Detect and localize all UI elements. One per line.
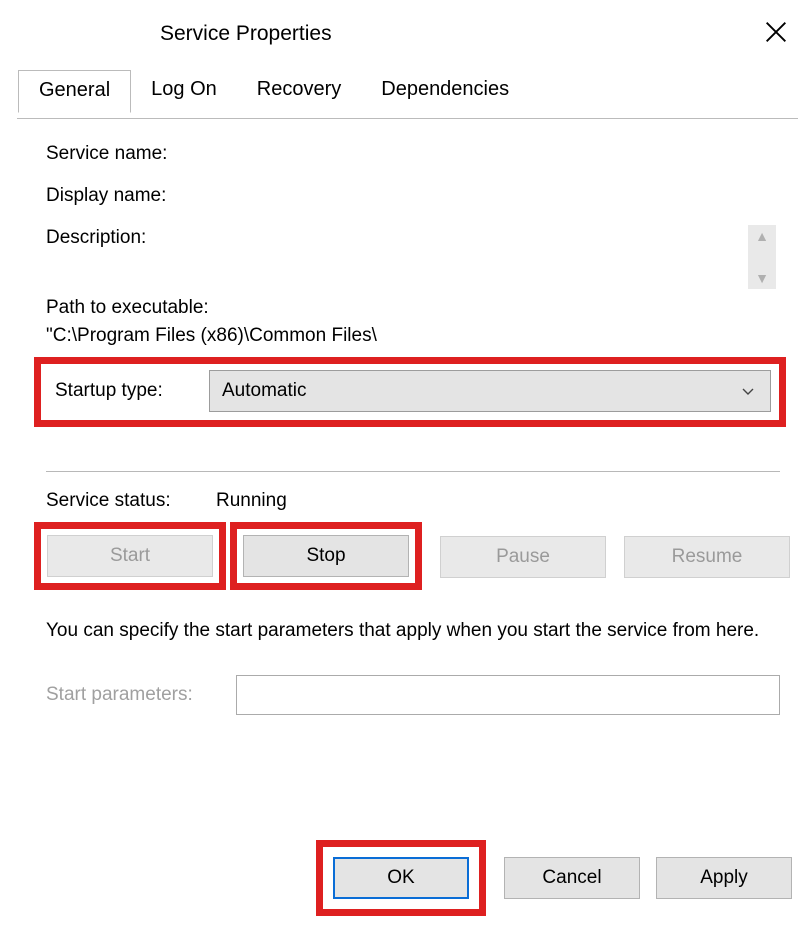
apply-button[interactable]: Apply: [656, 857, 792, 899]
service-name-label: Service name:: [46, 143, 216, 165]
start-parameters-label: Start parameters:: [46, 684, 236, 706]
path-value: "C:\Program Files (x86)\Common Files\: [46, 325, 780, 347]
resume-button: Resume: [624, 536, 790, 578]
window-title: Service Properties: [160, 22, 332, 46]
path-label: Path to executable:: [46, 297, 780, 319]
stop-button[interactable]: Stop: [243, 535, 409, 577]
tab-general[interactable]: General: [18, 70, 131, 113]
stop-button-highlight: Stop: [230, 522, 422, 590]
tab-strip: General Log On Recovery Dependencies: [18, 70, 810, 113]
description-scrollbar[interactable]: ▲ ▼: [748, 225, 776, 289]
service-status-label: Service status:: [46, 490, 216, 512]
pause-button: Pause: [440, 536, 606, 578]
start-parameters-help: You can specify the start parameters tha…: [46, 616, 780, 645]
scroll-up-icon[interactable]: ▲: [755, 229, 769, 243]
tab-divider: [17, 118, 798, 119]
scroll-down-icon[interactable]: ▼: [755, 271, 769, 285]
startup-type-value: Automatic: [222, 380, 306, 402]
startup-type-dropdown[interactable]: Automatic: [209, 370, 771, 412]
divider: [46, 471, 780, 472]
service-status-value: Running: [216, 490, 287, 512]
tab-recovery[interactable]: Recovery: [237, 70, 361, 113]
cancel-button[interactable]: Cancel: [504, 857, 640, 899]
startup-type-highlight: Startup type: Automatic: [34, 357, 786, 427]
ok-button-highlight: OK: [316, 840, 486, 916]
close-icon[interactable]: [762, 18, 790, 46]
start-button: Start: [47, 535, 213, 577]
start-parameters-input: [236, 675, 780, 715]
start-button-highlight: Start: [34, 522, 226, 590]
ok-button[interactable]: OK: [333, 857, 469, 899]
chevron-down-icon: [740, 383, 756, 399]
tab-logon[interactable]: Log On: [131, 70, 237, 113]
startup-type-label: Startup type:: [49, 380, 209, 402]
description-label: Description:: [46, 227, 216, 249]
display-name-label: Display name:: [46, 185, 216, 207]
tab-dependencies[interactable]: Dependencies: [361, 70, 529, 113]
